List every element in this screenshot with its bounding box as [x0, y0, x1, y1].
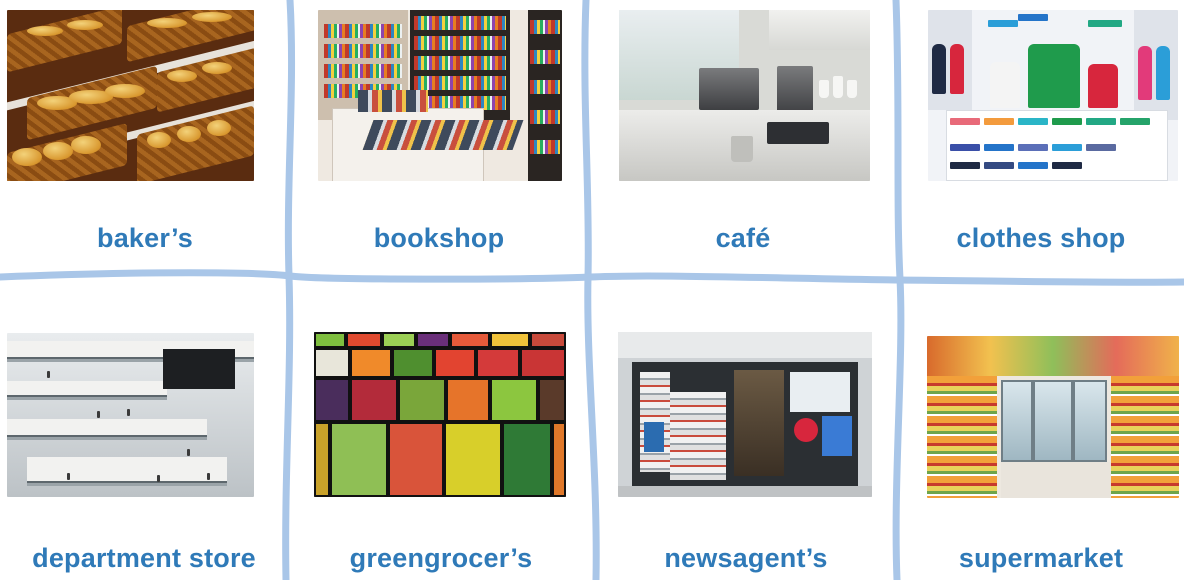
card-clothes-shop: clothes shop	[898, 0, 1184, 279]
clothes-shop-photo	[928, 10, 1178, 181]
card-supermarket: supermarket	[898, 282, 1184, 580]
card-label: greengrocer’s	[349, 543, 533, 573]
card-greengrocers: greengrocer’s	[288, 279, 594, 580]
bookshop-photo	[318, 10, 562, 181]
card-department-store: department store	[0, 279, 288, 580]
card-newsagents: newsagent’s	[594, 279, 898, 580]
supermarket-photo	[927, 336, 1179, 498]
card-bakers: baker’s	[0, 0, 290, 276]
bakery-photo	[7, 10, 254, 181]
card-label: baker’s	[97, 223, 193, 253]
card-label: supermarket	[958, 543, 1124, 573]
greengrocer-photo	[314, 332, 566, 497]
card-bookshop: bookshop	[290, 0, 588, 276]
card-label: department store	[32, 543, 256, 573]
card-cafe: café	[588, 0, 898, 276]
cafe-photo	[619, 10, 870, 181]
department-store-photo	[7, 333, 254, 497]
card-label: newsagent’s	[664, 543, 828, 573]
newsagent-photo	[618, 332, 872, 497]
card-label: café	[715, 223, 771, 253]
card-label: bookshop	[373, 223, 505, 253]
card-label: clothes shop	[956, 223, 1126, 253]
shop-vocabulary-board: baker’s bookshop café clothes shop depar…	[0, 0, 1184, 580]
